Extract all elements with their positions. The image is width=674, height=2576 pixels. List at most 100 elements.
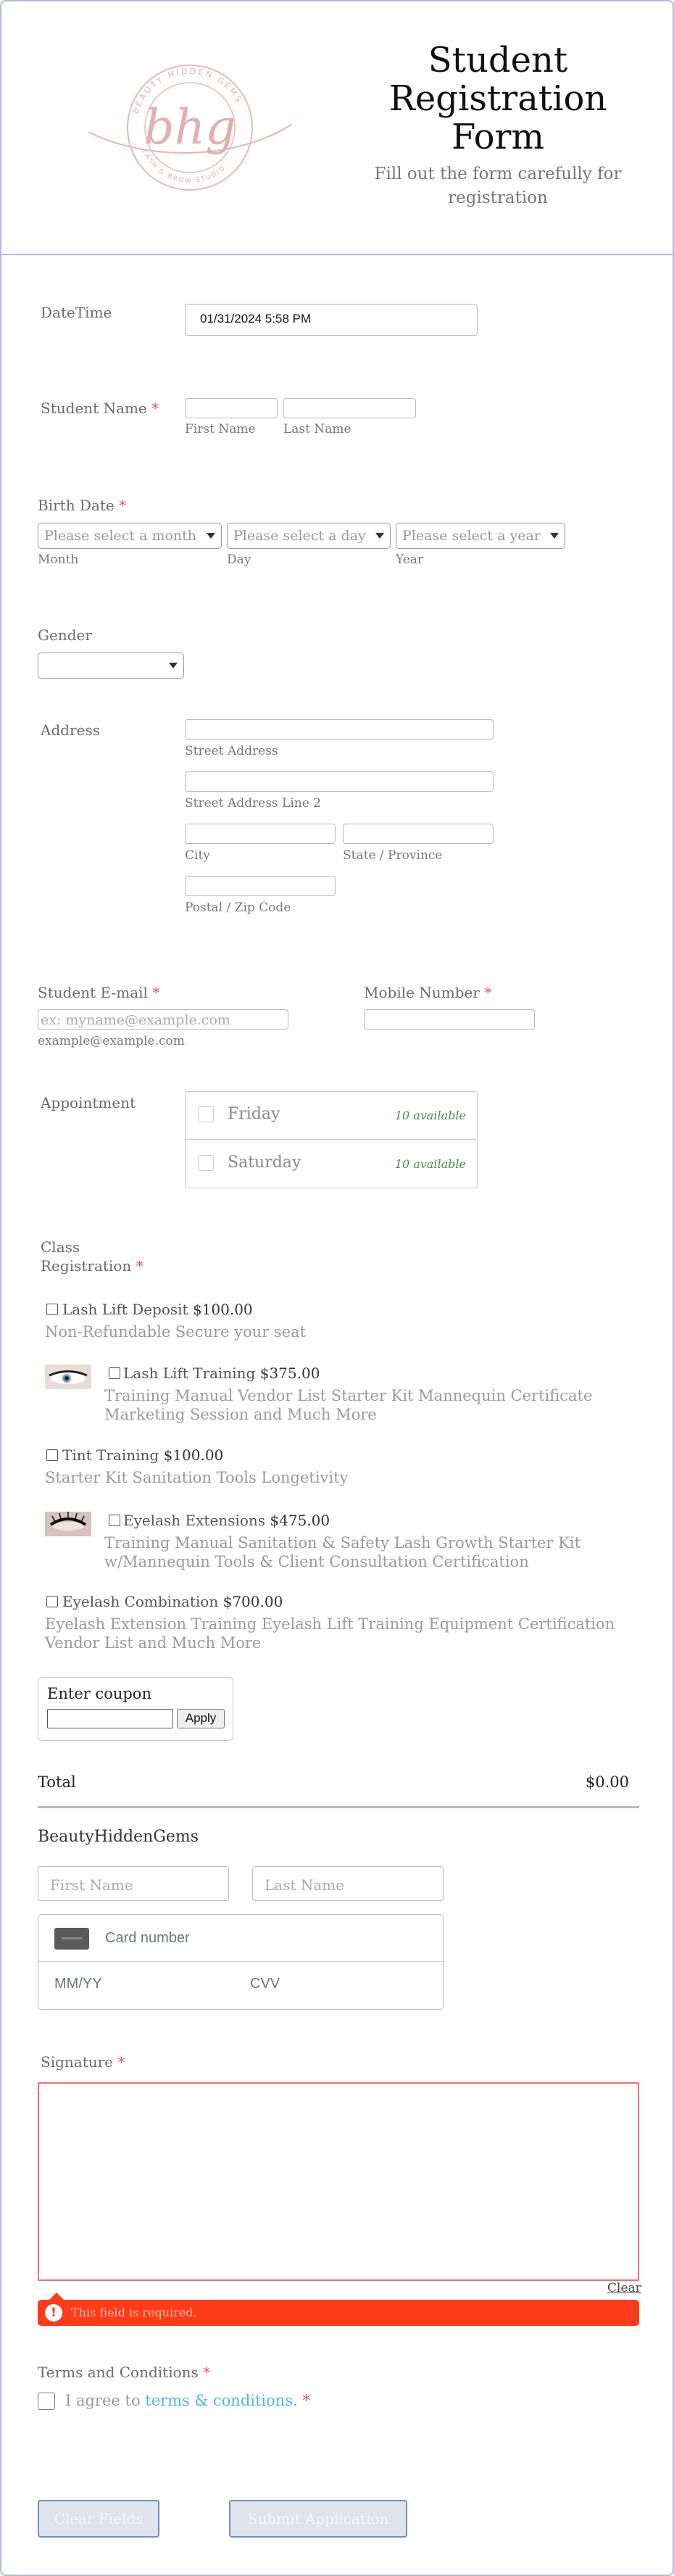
apply-coupon-button[interactable]: Apply: [177, 1709, 225, 1728]
error-message: This field is required.: [71, 2306, 197, 2319]
street-address-input[interactable]: [185, 719, 494, 740]
terms-agree-text: I agree to terms & conditions. *: [65, 2392, 310, 2409]
appointment-option[interactable]: Friday 10 available: [186, 1092, 476, 1140]
street-address-2-hint: Street Address Line 2: [185, 796, 321, 811]
chevron-down-icon: [375, 533, 384, 539]
birth-month-select[interactable]: Please select a month: [38, 523, 222, 549]
signature-label: Signature *: [41, 2053, 125, 2071]
eyelash-extension-thumbnail: [45, 1512, 91, 1536]
signature-pad[interactable]: [38, 2082, 639, 2281]
product-item: Tint Training $100.00 Starter Kit Sanita…: [45, 1446, 625, 1490]
brand-logo: bhg BEAUTY HIDDEN GEMS LASH & BROW STUDI…: [88, 65, 292, 191]
product-name: Eyelash Combination: [62, 1593, 219, 1610]
product-checkbox[interactable]: [109, 1515, 120, 1526]
street-address-2-input[interactable]: [185, 771, 494, 792]
product-description: Training Manual Sanitation & Safety Lash…: [104, 1534, 581, 1570]
product-name: Eyelash Extensions: [123, 1512, 266, 1529]
appointment-list: Friday 10 available Saturday 10 availabl…: [185, 1091, 478, 1188]
product-name: Lash Lift Deposit: [62, 1301, 188, 1318]
first-name-input[interactable]: [185, 398, 278, 418]
product-price: $375.00: [259, 1364, 320, 1382]
availability-badge: 10 available: [394, 1157, 466, 1171]
appointment-day: Friday: [228, 1105, 280, 1123]
terms-checkbox[interactable]: [38, 2393, 55, 2410]
class-registration-label: Class Registration *: [41, 1238, 143, 1275]
coupon-input[interactable]: [47, 1709, 173, 1728]
eye-lash-thumbnail: [45, 1364, 91, 1389]
terms-label: Terms and Conditions *: [38, 2364, 211, 2381]
year-hint: Year: [396, 552, 424, 567]
zip-hint: Postal / Zip Code: [185, 900, 291, 915]
credit-card-icon: [54, 1928, 89, 1950]
expiry-input[interactable]: MM/YY: [54, 1976, 102, 1992]
appointment-option[interactable]: Saturday 10 available: [186, 1140, 476, 1188]
error-pointer: [49, 2293, 64, 2300]
coupon-box: Enter coupon Apply: [38, 1677, 233, 1741]
product-price: $100.00: [192, 1301, 253, 1318]
product-price: $700.00: [222, 1593, 283, 1610]
form-container: bhg BEAUTY HIDDEN GEMS LASH & BROW STUDI…: [0, 0, 674, 2576]
product-description: Eyelash Extension Training Eyelash Lift …: [45, 1615, 615, 1652]
product-checkbox[interactable]: [109, 1367, 120, 1379]
chevron-down-icon: [550, 533, 559, 539]
svg-text:bhg: bhg: [143, 99, 236, 155]
chevron-down-icon: [207, 533, 215, 539]
mobile-input[interactable]: [364, 1009, 535, 1030]
product-item: Lash Lift Training $375.00 Training Manu…: [45, 1364, 625, 1430]
birth-day-select[interactable]: Please select a day: [227, 523, 391, 549]
gender-select[interactable]: [38, 653, 184, 679]
product-name: Lash Lift Training: [123, 1364, 256, 1382]
datetime-input[interactable]: 01/31/2024 5:58 PM: [185, 304, 478, 336]
datetime-label: DateTime: [41, 304, 112, 321]
alert-icon: !: [45, 2304, 62, 2322]
birth-year-select[interactable]: Please select a year: [396, 523, 565, 549]
product-checkbox[interactable]: [46, 1449, 58, 1461]
header: bhg BEAUTY HIDDEN GEMS LASH & BROW STUDI…: [1, 1, 673, 255]
gender-label: Gender: [38, 626, 92, 644]
product-price: $475.00: [270, 1512, 330, 1529]
checkbox[interactable]: [198, 1155, 214, 1171]
state-hint: State / Province: [343, 848, 443, 863]
product-description: Training Manual Vendor List Starter Kit …: [104, 1387, 593, 1423]
merchant-name: BeautyHiddenGems: [38, 1828, 199, 1846]
cvv-input[interactable]: CVV: [250, 1976, 280, 1992]
birth-date-label: Birth Date *: [38, 497, 127, 514]
appointment-day: Saturday: [228, 1154, 301, 1172]
city-input[interactable]: [185, 824, 336, 844]
product-description: Starter Kit Sanitation Tools Longetivity: [45, 1469, 349, 1486]
state-input[interactable]: [343, 824, 494, 844]
card-number-row[interactable]: Card number: [38, 1915, 442, 1962]
product-checkbox[interactable]: [46, 1596, 58, 1607]
terms-link[interactable]: terms & conditions: [145, 2392, 293, 2409]
email-label: Student E-mail *: [38, 984, 160, 1001]
last-name-hint: Last Name: [283, 422, 351, 436]
total-value: $0.00: [585, 1773, 629, 1791]
email-input[interactable]: ex: myname@example.com: [38, 1009, 288, 1030]
clear-signature-link[interactable]: Clear: [607, 2281, 641, 2295]
total-divider: [38, 1806, 639, 1808]
page-subtitle: Fill out the form carefully for registra…: [374, 165, 622, 207]
product-checkbox[interactable]: [46, 1304, 58, 1315]
page-title: Student Registration Form: [388, 40, 607, 157]
zip-input[interactable]: [185, 876, 336, 896]
product-price: $100.00: [163, 1446, 224, 1464]
coupon-label: Enter coupon: [47, 1685, 151, 1702]
payment-last-name-input[interactable]: Last Name: [252, 1866, 444, 1901]
day-hint: Day: [227, 552, 251, 567]
clear-fields-button[interactable]: Clear Fields: [38, 2500, 159, 2538]
card-number-placeholder: Card number: [105, 1930, 190, 1946]
student-name-label: Student Name *: [41, 399, 159, 417]
submit-application-button[interactable]: Submit Application: [229, 2500, 407, 2538]
availability-badge: 10 available: [394, 1109, 466, 1122]
email-hint: example@example.com: [38, 1034, 185, 1048]
product-description: Non-Refundable Secure your seat: [45, 1323, 307, 1341]
appointment-label: Appointment: [41, 1094, 136, 1111]
address-label: Address: [41, 721, 100, 739]
city-hint: City: [185, 848, 210, 863]
checkbox[interactable]: [198, 1106, 214, 1122]
signature-error: ! This field is required.: [38, 2293, 639, 2326]
street-address-hint: Street Address: [185, 744, 278, 758]
last-name-input[interactable]: [283, 398, 416, 418]
card-field: Card number MM/YY CVV: [38, 1914, 444, 2010]
payment-first-name-input[interactable]: First Name: [38, 1866, 229, 1901]
